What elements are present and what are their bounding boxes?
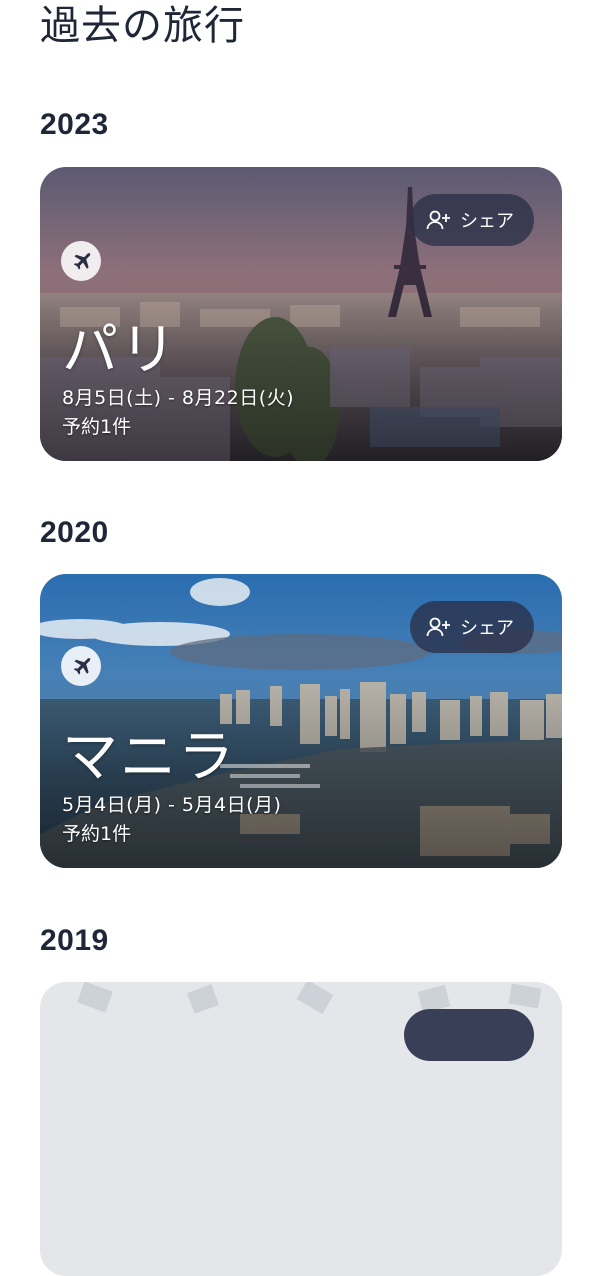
- trip-city: マニラ: [62, 725, 236, 790]
- trip-dates: 5月4日(月) - 5月4日(月): [62, 794, 282, 816]
- trip-city: パリ: [62, 318, 178, 383]
- add-person-icon: [426, 210, 450, 230]
- add-person-icon: [426, 617, 450, 637]
- year-heading-2019: 2019: [40, 924, 109, 957]
- share-label: シェア: [460, 618, 514, 639]
- trip-bookings: 予約1件: [62, 416, 132, 438]
- share-button[interactable]: シェア: [410, 601, 534, 653]
- flight-badge: [61, 241, 101, 281]
- trip-bookings: 予約1件: [62, 823, 132, 845]
- page-title: 過去の旅行: [40, 3, 245, 49]
- share-label: シェア: [460, 211, 514, 232]
- airplane-icon: [73, 253, 91, 270]
- year-heading-2020: 2020: [40, 516, 109, 549]
- airplane-icon: [73, 658, 91, 675]
- share-button[interactable]: シェア: [410, 194, 534, 246]
- trip-dates: 8月5日(土) - 8月22日(火): [62, 387, 295, 409]
- trip-card-2019[interactable]: [40, 982, 562, 1276]
- trip-card-manila[interactable]: シェア マニラ 5月4日(月) - 5月4日(月) 予約1件: [40, 574, 562, 868]
- share-button-partial[interactable]: [404, 1009, 534, 1061]
- year-heading-2023: 2023: [40, 108, 109, 141]
- flight-badge: [61, 646, 101, 686]
- trip-card-paris[interactable]: シェア パリ 8月5日(土) - 8月22日(火) 予約1件: [40, 167, 562, 461]
